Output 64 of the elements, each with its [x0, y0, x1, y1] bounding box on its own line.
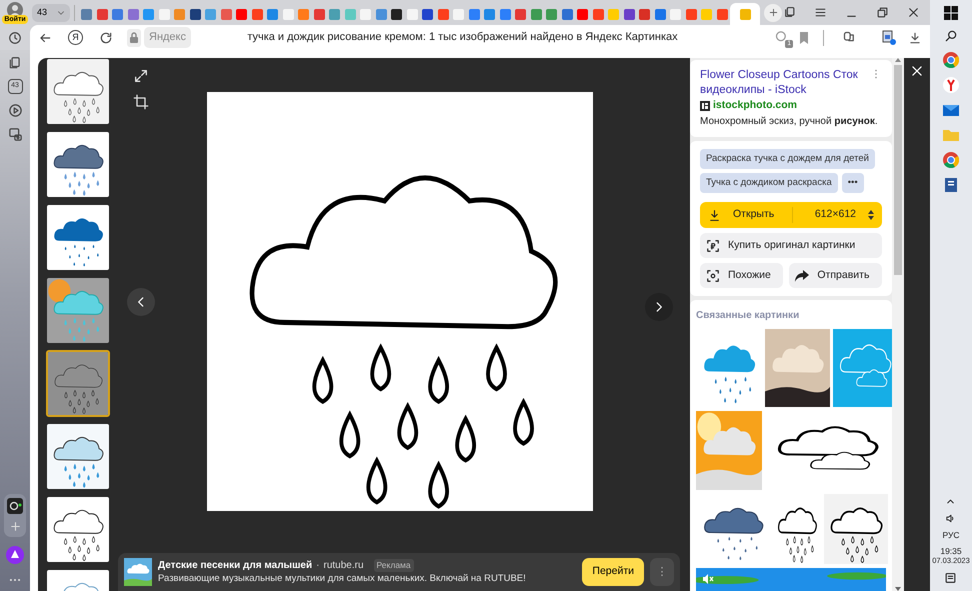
scrollbar-thumb[interactable]	[894, 65, 902, 275]
source-title[interactable]: Flower Closeup Cartoons Сток видеоклипы - iStock	[700, 68, 870, 98]
close-icon[interactable]	[910, 64, 924, 78]
tab-counter-button[interactable]: 43	[32, 4, 52, 22]
section-title: Связанные картинки	[696, 309, 800, 324]
expand-icon[interactable]	[133, 68, 149, 84]
ad-menu-button[interactable]: ⋮	[650, 558, 674, 586]
assistant-icon[interactable]	[6, 546, 24, 564]
go-button[interactable]: Перейти	[582, 558, 644, 586]
similar-button[interactable]: Похожие	[700, 263, 784, 288]
scan-icon	[706, 268, 720, 283]
ad-domain: rutube.ru	[323, 559, 364, 572]
separator: ·	[316, 559, 320, 572]
download-icon[interactable]	[908, 30, 922, 44]
next-button[interactable]	[645, 292, 673, 320]
scroll-down-icon[interactable]	[895, 587, 901, 591]
share-arrow-icon	[795, 270, 810, 282]
restore-icon[interactable]	[876, 6, 889, 19]
play-icon[interactable]	[8, 103, 22, 118]
more-button[interactable]: •••	[842, 173, 864, 194]
collections-icon[interactable]	[783, 6, 796, 19]
lock-icon	[127, 28, 141, 46]
ad-label: Реклама	[374, 559, 414, 572]
sort-icon	[868, 210, 874, 220]
buy-button[interactable]: Купить оригинал картинки	[700, 233, 882, 258]
size-select[interactable]: 612×612	[792, 207, 856, 224]
chrome-icon[interactable]	[943, 152, 959, 168]
collections-icon[interactable]	[8, 56, 22, 70]
description: Монохромный эскиз, ручной рисунок.	[700, 114, 879, 129]
new-tab-button[interactable]	[764, 4, 782, 22]
plus-icon	[768, 7, 778, 18]
scroll-up-icon[interactable]	[895, 58, 901, 62]
page-title: тучка и дождик рисование кремом: 1 тыс изображений найдено в Яндекс Картинках	[246, 30, 679, 46]
screenshot-icon[interactable]	[881, 30, 896, 45]
plus-icon[interactable]	[8, 520, 22, 533]
site-logo-icon	[700, 100, 710, 111]
previous-button[interactable]	[127, 288, 155, 316]
screen-camera-icon[interactable]	[8, 127, 22, 142]
ad-title: Детские песенки для малышей	[158, 559, 312, 572]
source-domain[interactable]: istockphoto.com	[713, 98, 798, 114]
notification-icon[interactable]	[944, 572, 958, 585]
document-icon[interactable]	[943, 177, 959, 193]
menu-icon[interactable]	[814, 6, 827, 19]
browser-icon[interactable]	[943, 77, 959, 93]
app-icon[interactable]	[7, 498, 23, 514]
bookmark-icon[interactable]	[799, 30, 809, 44]
logo-button[interactable]: Я	[68, 30, 83, 45]
tag-button[interactable]: Тучка с дождиком раскраска	[700, 173, 838, 194]
chrome-icon[interactable]	[943, 52, 959, 68]
mute-icon[interactable]	[702, 573, 714, 586]
share-button[interactable]: Отправить	[789, 263, 882, 288]
reload-icon[interactable]	[99, 30, 113, 44]
open-button[interactable]: Открыть 612×612	[700, 202, 882, 228]
close-icon[interactable]	[907, 6, 920, 19]
tag-button[interactable]: Раскраска тучка с дождем для детей	[700, 148, 875, 169]
mail-icon[interactable]	[943, 102, 959, 118]
ruble-scan-icon	[706, 238, 720, 253]
download-icon	[708, 208, 721, 222]
language-indicator[interactable]: РУС	[942, 530, 960, 540]
history-icon[interactable]	[8, 30, 22, 44]
search-icon[interactable]	[944, 29, 958, 43]
ad-text: Развивающие музыкальные мультики для самых маленьких. Включай на RUTUBE!	[158, 572, 527, 585]
crop-icon[interactable]	[133, 94, 149, 110]
windows-icon[interactable]	[944, 6, 958, 20]
